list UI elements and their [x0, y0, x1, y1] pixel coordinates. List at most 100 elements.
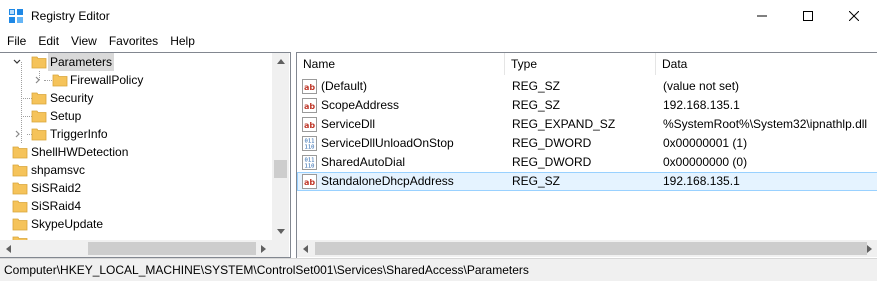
tree-item-label: ShellHWDetection	[31, 145, 129, 159]
value-type: REG_SZ	[512, 98, 561, 112]
minimize-button[interactable]	[739, 0, 785, 31]
chevron-right-icon[interactable]	[33, 75, 43, 85]
chevron-down-icon[interactable]	[12, 57, 22, 67]
tree-item-label: FirewallPolicy	[70, 73, 144, 87]
svg-text:110: 110	[305, 145, 315, 151]
list-row[interactable]: ab ServiceDll REG_EXPAND_SZ %SystemRoot%…	[297, 115, 877, 134]
tree-item-security[interactable]: Security	[0, 89, 272, 107]
column-header-name[interactable]: Name	[297, 53, 505, 75]
tree-item-setup[interactable]: Setup	[0, 107, 272, 125]
list-row[interactable]: 011 110 ServiceDllUnloadOnStop REG_DWORD…	[297, 134, 877, 153]
folder-icon	[12, 164, 28, 177]
tree-item-label: Setup	[50, 109, 82, 123]
scroll-right-arrow-icon[interactable]	[861, 240, 877, 257]
value-name: (Default)	[321, 79, 368, 93]
tree-vertical-scrollbar[interactable]	[272, 53, 289, 240]
menu-help[interactable]: Help	[164, 31, 201, 51]
menu-file[interactable]: File	[1, 31, 32, 51]
list-horizontal-scrollbar[interactable]	[297, 240, 877, 257]
key-tree-pane[interactable]: Parameters FirewallPolicy Security Setup…	[0, 52, 291, 258]
value-name: ServiceDll	[321, 117, 376, 131]
value-data: (value not set)	[663, 79, 740, 93]
chevron-right-icon[interactable]	[13, 129, 23, 139]
tree-item-parameters[interactable]: Parameters	[0, 53, 272, 71]
folder-icon	[31, 110, 47, 123]
scroll-left-arrow-icon[interactable]	[0, 240, 17, 257]
scroll-left-arrow-icon[interactable]	[297, 240, 314, 257]
svg-text:ab: ab	[304, 178, 315, 187]
value-type: REG_SZ	[512, 79, 561, 93]
list-row-selected[interactable]: ab StandaloneDhcpAddress REG_SZ 192.168.…	[297, 172, 877, 191]
tree-item-label: shpamsvc	[31, 163, 86, 177]
tree-item-shpamsvc[interactable]: shpamsvc	[0, 161, 272, 179]
value-data: 192.168.135.1	[663, 174, 740, 188]
svg-text:ab: ab	[304, 102, 315, 111]
menu-view[interactable]: View	[65, 31, 103, 51]
value-data: 0x00000001 (1)	[663, 136, 748, 150]
tree-item-label: Parameters	[48, 53, 115, 71]
scroll-right-arrow-icon[interactable]	[255, 240, 272, 257]
scroll-down-arrow-icon[interactable]	[272, 223, 289, 240]
folder-icon	[12, 146, 28, 159]
tree-item-label: Security	[50, 91, 94, 105]
menu-favorites[interactable]: Favorites	[103, 31, 164, 51]
string-value-icon: ab	[302, 98, 317, 113]
svg-text:ab: ab	[304, 121, 315, 130]
tree-item-label: SiSRaid4	[31, 199, 82, 213]
menu-edit[interactable]: Edit	[32, 31, 65, 51]
value-type: REG_SZ	[512, 174, 561, 188]
value-name: ScopeAddress	[321, 98, 400, 112]
svg-text:ab: ab	[304, 83, 315, 92]
scroll-up-arrow-icon[interactable]	[272, 53, 289, 70]
scrollbar-thumb[interactable]	[88, 242, 256, 255]
value-type: REG_DWORD	[512, 136, 592, 150]
status-bar-path: Computer\HKEY_LOCAL_MACHINE\SYSTEM\Contr…	[0, 258, 877, 281]
svg-text:110: 110	[305, 164, 315, 170]
maximize-button[interactable]	[785, 0, 831, 31]
registry-editor-app-icon	[9, 9, 23, 23]
scrollbar-thumb[interactable]	[274, 160, 287, 178]
list-row[interactable]: ab (Default) REG_SZ (value not set)	[297, 77, 877, 96]
tree-item-sisraid2[interactable]: SiSRaid2	[0, 179, 272, 197]
close-button[interactable]	[831, 0, 877, 31]
value-name: ServiceDllUnloadOnStop	[321, 136, 454, 150]
tree-item-triggerinfo[interactable]: TriggerInfo	[0, 125, 272, 143]
binary-value-icon: 011 110	[302, 136, 317, 151]
value-data: 192.168.135.1	[663, 98, 740, 112]
folder-icon	[12, 200, 28, 213]
tree-item-firewallpolicy[interactable]: FirewallPolicy	[0, 71, 272, 89]
binary-value-icon: 011 110	[302, 155, 317, 170]
value-type: REG_DWORD	[512, 155, 592, 169]
tree-item-label: SkypeUpdate	[31, 217, 104, 231]
column-header-data[interactable]: Data	[656, 53, 877, 75]
maximize-icon	[803, 10, 813, 21]
folder-icon	[12, 218, 28, 231]
scrollbar-thumb[interactable]	[315, 242, 867, 255]
values-list-pane[interactable]: Name Type Data ab (Default) REG_SZ (valu…	[296, 52, 877, 258]
title-bar: Registry Editor	[0, 0, 877, 31]
list-row[interactable]: 011 110 SharedAutoDial REG_DWORD 0x00000…	[297, 153, 877, 172]
column-header-type[interactable]: Type	[505, 53, 656, 75]
tree-item-shellhwdetection[interactable]: ShellHWDetection	[0, 143, 272, 161]
tree-horizontal-scrollbar[interactable]	[0, 240, 272, 257]
string-value-icon: ab	[302, 117, 317, 132]
menu-bar: File Edit View Favorites Help	[0, 31, 877, 51]
tree-item-label: TriggerInfo	[50, 127, 108, 141]
string-value-icon: ab	[302, 79, 317, 94]
tree-item-skypeupdate[interactable]: SkypeUpdate	[0, 215, 272, 233]
folder-icon	[52, 74, 68, 87]
tree-item-label: SiSRaid2	[31, 181, 82, 195]
folder-icon	[12, 182, 28, 195]
tree-item-sisraid4[interactable]: SiSRaid4	[0, 197, 272, 215]
close-icon	[849, 10, 859, 21]
list-header: Name Type Data	[297, 53, 877, 75]
folder-icon	[31, 128, 47, 141]
value-name: SharedAutoDial	[321, 155, 406, 169]
string-value-icon: ab	[302, 174, 317, 189]
minimize-icon	[757, 15, 767, 16]
list-row[interactable]: ab ScopeAddress REG_SZ 192.168.135.1	[297, 96, 877, 115]
value-data: %SystemRoot%\System32\ipnathlp.dll	[663, 117, 868, 131]
value-data: 0x00000000 (0)	[663, 155, 748, 169]
value-name: StandaloneDhcpAddress	[321, 174, 454, 188]
folder-icon	[31, 92, 47, 105]
